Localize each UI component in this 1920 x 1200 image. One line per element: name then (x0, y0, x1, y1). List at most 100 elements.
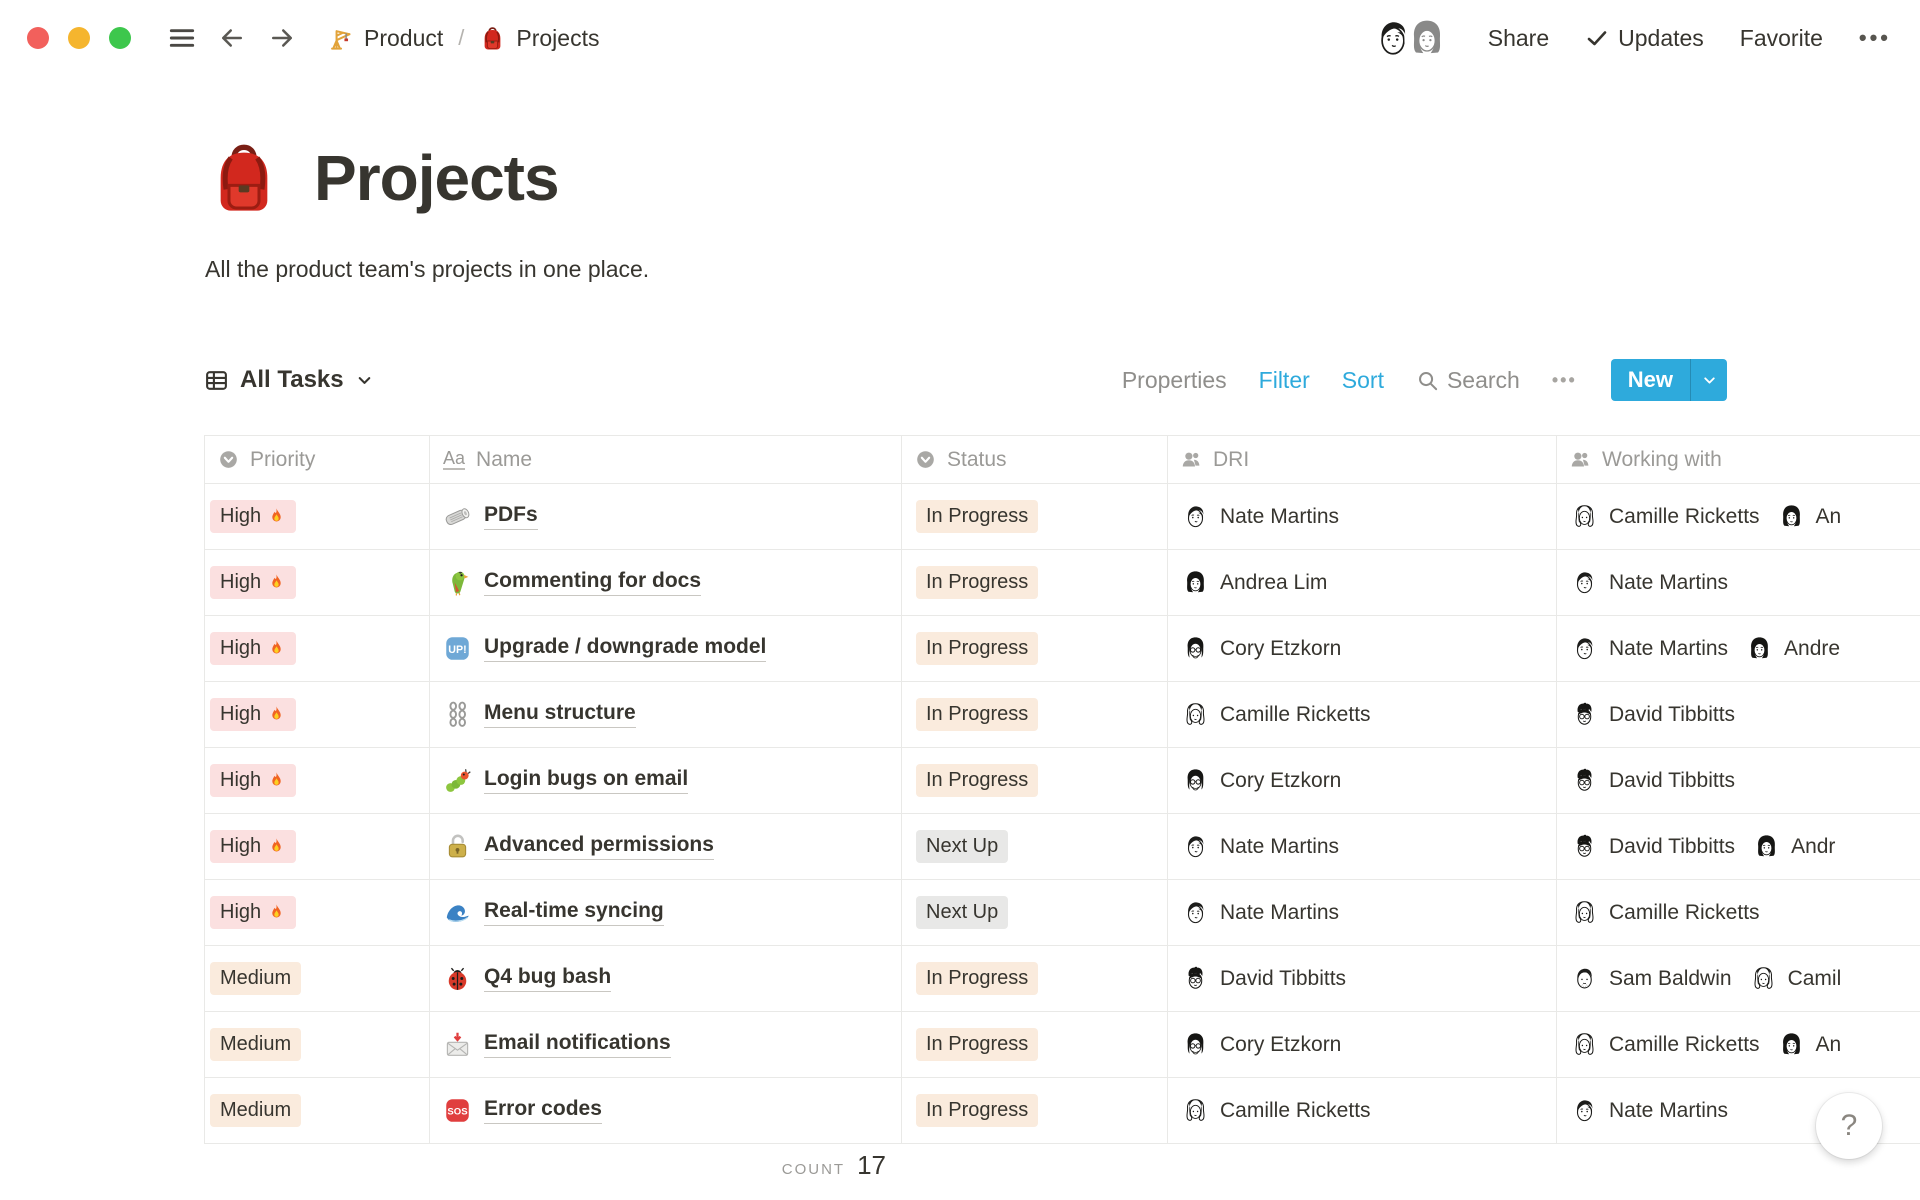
cell-name[interactable]: Email notifications (430, 1012, 902, 1077)
page-link[interactable]: Commenting for docs (444, 569, 701, 596)
person-tag[interactable]: Camille Ricketts (1571, 503, 1760, 530)
cell-status[interactable]: In Progress (902, 946, 1168, 1011)
person-tag[interactable]: Cory Etzkorn (1182, 767, 1341, 794)
column-header-status[interactable]: Status (902, 436, 1168, 483)
cell-dri[interactable]: Camille Ricketts (1168, 1078, 1557, 1143)
cell-priority[interactable]: Medium (205, 1078, 430, 1143)
person-tag[interactable]: Camille Ricketts (1182, 1097, 1371, 1124)
priority-badge[interactable]: High (210, 632, 296, 665)
cell-name[interactable]: UP!Upgrade / downgrade model (430, 616, 902, 681)
cell-dri[interactable]: Nate Martins (1168, 814, 1557, 879)
cell-name[interactable]: Real-time syncing (430, 880, 902, 945)
page-link[interactable]: UP!Upgrade / downgrade model (444, 635, 766, 662)
person-tag[interactable]: David Tibbitts (1571, 833, 1735, 860)
cell-working-with[interactable]: Camille RickettsAn (1557, 484, 1920, 549)
cell-working-with[interactable]: David Tibbitts (1557, 682, 1920, 747)
cell-name[interactable]: SOSError codes (430, 1078, 902, 1143)
person-tag[interactable]: David Tibbitts (1571, 767, 1735, 794)
person-tag[interactable]: Nate Martins (1571, 635, 1728, 662)
priority-badge[interactable]: High (210, 500, 296, 533)
cell-dri[interactable]: Cory Etzkorn (1168, 616, 1557, 681)
cell-working-with[interactable]: Nate Martins (1557, 550, 1920, 615)
person-tag[interactable]: Andre (1746, 635, 1840, 662)
person-tag[interactable]: Camille Ricketts (1182, 701, 1371, 728)
page-link[interactable]: Advanced permissions (444, 833, 714, 860)
page-link[interactable]: Q4 bug bash (444, 965, 611, 992)
column-header-priority[interactable]: Priority (205, 436, 430, 483)
person-tag[interactable]: Cory Etzkorn (1182, 635, 1341, 662)
priority-badge[interactable]: Medium (210, 1028, 301, 1061)
sort-button[interactable]: Sort (1342, 367, 1384, 394)
cell-name[interactable]: Login bugs on email (430, 748, 902, 813)
person-tag[interactable]: An (1778, 1031, 1842, 1058)
breadcrumb-item-product[interactable]: Product (327, 25, 443, 52)
cell-status[interactable]: Next Up (902, 814, 1168, 879)
status-badge[interactable]: In Progress (916, 632, 1038, 665)
breadcrumb-item-projects[interactable]: Projects (479, 25, 599, 52)
person-tag[interactable]: Nate Martins (1182, 833, 1339, 860)
filter-button[interactable]: Filter (1259, 367, 1310, 394)
person-tag[interactable]: Andrea Lim (1182, 569, 1327, 596)
priority-badge[interactable]: High (210, 566, 296, 599)
cell-working-with[interactable]: Camille Ricketts An (1557, 1012, 1920, 1077)
favorite-button[interactable]: Favorite (1740, 25, 1823, 52)
cell-status[interactable]: In Progress (902, 484, 1168, 549)
backpack-icon[interactable] (204, 138, 284, 218)
cell-priority[interactable]: High (205, 814, 430, 879)
view-more-options-icon[interactable]: ••• (1552, 370, 1577, 391)
cell-working-with[interactable]: David Tibbitts Andr (1557, 814, 1920, 879)
cell-priority[interactable]: Medium (205, 946, 430, 1011)
cell-dri[interactable]: Cory Etzkorn (1168, 1012, 1557, 1077)
cell-working-with[interactable]: Camille Ricketts (1557, 880, 1920, 945)
priority-badge[interactable]: Medium (210, 962, 301, 995)
cell-status[interactable]: In Progress (902, 616, 1168, 681)
column-header-name[interactable]: AaName (430, 436, 902, 483)
priority-badge[interactable]: High (210, 764, 296, 797)
count-row[interactable]: COUNT 17 (204, 1150, 894, 1181)
page-link[interactable]: SOSError codes (444, 1097, 602, 1124)
person-tag[interactable]: Camille Ricketts (1571, 899, 1760, 926)
priority-badge[interactable]: High (210, 896, 296, 929)
new-button-label[interactable]: New (1611, 359, 1690, 401)
view-switcher[interactable]: All Tasks (204, 366, 374, 394)
column-header-dri[interactable]: DRI (1168, 436, 1557, 483)
page-description[interactable]: All the product team's projects in one p… (205, 256, 649, 283)
status-badge[interactable]: In Progress (916, 764, 1038, 797)
cell-priority[interactable]: High (205, 550, 430, 615)
cell-priority[interactable]: High (205, 682, 430, 747)
person-tag[interactable]: Nate Martins (1571, 569, 1728, 596)
page-link[interactable]: Real-time syncing (444, 899, 664, 926)
cell-name[interactable]: Advanced permissions (430, 814, 902, 879)
person-tag[interactable]: David Tibbitts (1182, 965, 1346, 992)
cell-status[interactable]: In Progress (902, 748, 1168, 813)
search-button[interactable]: Search (1416, 367, 1520, 394)
priority-badge[interactable]: High (210, 830, 296, 863)
priority-badge[interactable]: High (210, 698, 296, 731)
back-icon[interactable] (213, 19, 251, 57)
updates-button[interactable]: Updates (1585, 25, 1704, 52)
cell-priority[interactable]: High (205, 484, 430, 549)
status-badge[interactable]: In Progress (916, 1028, 1038, 1061)
status-badge[interactable]: In Progress (916, 962, 1038, 995)
help-button[interactable]: ? (1816, 1093, 1882, 1159)
cell-dri[interactable]: Nate Martins (1168, 880, 1557, 945)
cell-status[interactable]: Next Up (902, 880, 1168, 945)
page-title[interactable]: Projects (314, 141, 559, 215)
sidebar-menu-icon[interactable] (163, 19, 201, 57)
person-tag[interactable]: Camille Ricketts (1571, 1031, 1760, 1058)
status-badge[interactable]: In Progress (916, 698, 1038, 731)
person-tag[interactable]: Nate Martins (1571, 1097, 1728, 1124)
person-tag[interactable]: Nate Martins (1182, 503, 1339, 530)
page-link[interactable]: PDFs (444, 503, 538, 530)
cell-working-with[interactable]: Sam BaldwinCamil (1557, 946, 1920, 1011)
close-window-button[interactable] (27, 27, 49, 49)
cell-name[interactable]: Menu structure (430, 682, 902, 747)
cell-name[interactable]: Q4 bug bash (430, 946, 902, 1011)
person-tag[interactable]: Cory Etzkorn (1182, 1031, 1341, 1058)
status-badge[interactable]: Next Up (916, 896, 1008, 929)
cell-status[interactable]: In Progress (902, 1012, 1168, 1077)
person-tag[interactable]: Andr (1753, 833, 1835, 860)
zoom-window-button[interactable] (109, 27, 131, 49)
person-tag[interactable]: Nate Martins (1182, 899, 1339, 926)
properties-button[interactable]: Properties (1122, 367, 1227, 394)
